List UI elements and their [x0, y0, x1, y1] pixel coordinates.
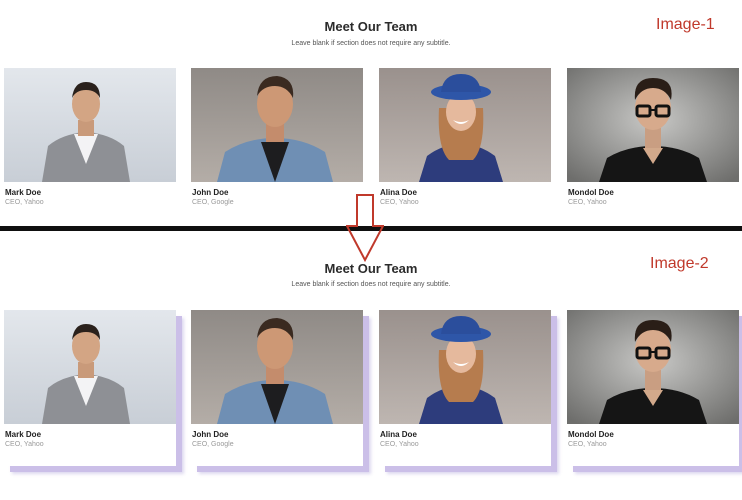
team-section-image-1: Meet Our Team Leave blank if section doe… [0, 0, 742, 226]
member-role: CEO, Google [192, 441, 234, 448]
member-role: CEO, Yahoo [5, 199, 44, 206]
team-card-mark[interactable]: Mark Doe CEO, Yahoo [4, 68, 176, 207]
arrow-down-icon [346, 194, 384, 262]
member-name: Mondol Doe [568, 188, 614, 197]
member-name: Mondol Doe [568, 430, 614, 439]
team-card-alina[interactable]: Alina Doe CEO, Yahoo [379, 68, 551, 207]
team-member-photo [567, 310, 739, 424]
member-role: CEO, Yahoo [5, 441, 44, 448]
member-name: Mark Doe [5, 430, 42, 439]
team-member-photo [379, 68, 551, 182]
team-member-photo [4, 310, 176, 424]
team-member-photo [567, 68, 739, 182]
section-subtitle: Leave blank if section does not require … [291, 281, 451, 288]
team-member-photo [191, 68, 363, 182]
team-card-alina[interactable]: Alina Doe CEO, Yahoo [379, 310, 551, 466]
team-section-image-2: Meet Our Team Leave blank if section doe… [0, 234, 742, 500]
member-role: CEO, Yahoo [380, 199, 419, 206]
member-name: John Doe [192, 430, 229, 439]
section-title: Meet Our Team [324, 19, 418, 34]
section-subtitle: Leave blank if section does not require … [291, 40, 451, 47]
member-name: Alina Doe [380, 430, 417, 439]
section-title: Meet Our Team [324, 261, 418, 276]
member-role: CEO, Yahoo [380, 441, 419, 448]
team-card-john[interactable]: John Doe CEO, Google [191, 68, 363, 207]
team-card-mark[interactable]: Mark Doe CEO, Yahoo [4, 310, 176, 466]
member-name: John Doe [192, 188, 229, 197]
member-role: CEO, Yahoo [568, 199, 607, 206]
member-name: Mark Doe [5, 188, 42, 197]
member-name: Alina Doe [380, 188, 417, 197]
member-role: CEO, Google [192, 199, 234, 206]
team-member-photo [4, 68, 176, 182]
image-label: Image-1 [656, 16, 715, 33]
team-member-photo [379, 310, 551, 424]
team-card-mondol[interactable]: Mondol Doe CEO, Yahoo [567, 310, 739, 466]
comparison-canvas: Meet Our Team Leave blank if section doe… [0, 0, 742, 500]
team-member-photo [191, 310, 363, 424]
member-role: CEO, Yahoo [568, 441, 607, 448]
team-card-john[interactable]: John Doe CEO, Google [191, 310, 363, 466]
team-card-mondol[interactable]: Mondol Doe CEO, Yahoo [567, 68, 739, 207]
image-label: Image-2 [650, 255, 709, 272]
